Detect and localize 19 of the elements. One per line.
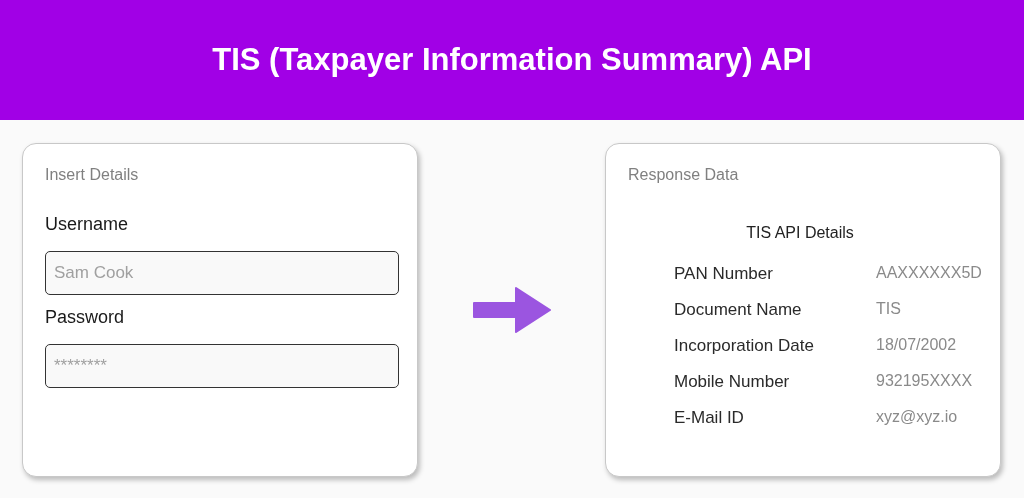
card-title: Response Data <box>628 166 740 184</box>
detail-value: AAXXXXXX5D <box>876 264 982 283</box>
input-field[interactable]: ******** <box>45 344 399 388</box>
right-arrow-icon <box>471 286 552 334</box>
detail-label: E-Mail ID <box>674 408 745 428</box>
page-title: TIS (Taxpayer Information Summary) API <box>212 42 812 78</box>
detail-value: 932195XXXX <box>876 372 974 391</box>
input-field[interactable]: Sam Cook <box>45 251 399 295</box>
detail-label: Incorporation Date <box>674 336 815 356</box>
details-heading: TIS API Details <box>745 224 855 242</box>
detail-value: TIS <box>876 300 902 319</box>
card-title: Insert Details <box>45 166 140 184</box>
detail-label: Mobile Number <box>674 372 791 392</box>
field-label: Username <box>45 214 130 235</box>
detail-value: xyz@xyz.io <box>876 408 959 427</box>
field-label: Password <box>45 307 126 328</box>
detail-label: Document Name <box>674 300 803 320</box>
detail-value: 18/07/2002 <box>876 336 958 355</box>
detail-label: PAN Number <box>674 264 774 284</box>
